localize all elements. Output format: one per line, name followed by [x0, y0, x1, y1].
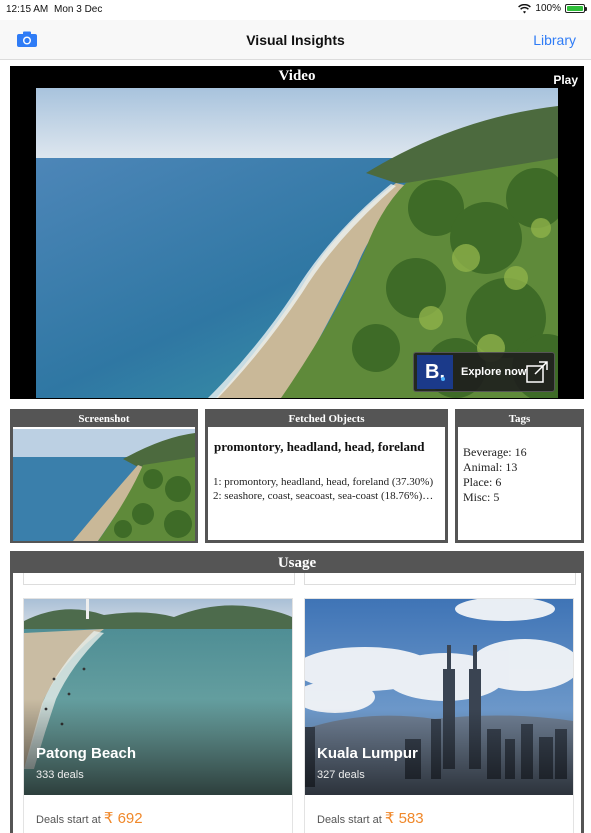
tag-item: Misc: 5	[463, 490, 500, 504]
explore-now-button[interactable]: B. Explore now	[413, 352, 555, 392]
wifi-icon	[518, 3, 532, 13]
screenshot-panel: Screenshot	[10, 409, 198, 543]
external-link-icon	[526, 361, 548, 383]
object-list: 1: promontory, headland, head, foreland …	[208, 455, 445, 503]
brand-letter: B.	[425, 360, 445, 383]
tags-title: Tags	[458, 412, 581, 427]
price-prefix: Deals start at	[36, 814, 101, 826]
tag-list: Beverage: 16 Animal: 13 Place: 6 Misc: 5	[458, 427, 581, 505]
deal-card-kuala-lumpur[interactable]: Kuala Lumpur 327 deals Deals start at ₹ …	[304, 598, 574, 833]
deal-card-count: 327 deals	[317, 769, 365, 781]
fetched-objects-title: Fetched Objects	[208, 412, 445, 427]
patong-beach-image	[24, 599, 292, 795]
battery-percent: 100%	[535, 3, 561, 14]
tag-item: Beverage: 16	[463, 445, 527, 459]
object-item: 2: seashore, coast, seacoast, sea-coast …	[213, 490, 434, 502]
battery-icon	[565, 4, 587, 13]
beach-thumbnail	[13, 429, 195, 541]
status-right: 100%	[518, 3, 587, 14]
kuala-lumpur-image	[305, 599, 573, 795]
deal-card-count: 333 deals	[36, 769, 84, 781]
previous-card-stub	[23, 573, 295, 585]
page-title: Visual Insights	[246, 32, 345, 48]
status-date: Mon 3 Dec	[54, 4, 103, 15]
price-amount: ₹ 692	[103, 810, 143, 827]
deal-card-title: Kuala Lumpur	[317, 745, 418, 762]
tags-panel: Tags Beverage: 16 Animal: 13 Place: 6 Mi…	[455, 409, 584, 543]
play-button[interactable]: Play	[553, 73, 578, 87]
tag-item: Animal: 13	[463, 460, 518, 474]
usage-title: Usage	[13, 554, 581, 573]
navigation-bar: Visual Insights Library	[0, 20, 591, 60]
previous-card-stub	[304, 573, 576, 585]
status-time: 12:15 AM	[6, 4, 49, 15]
fetched-objects-panel: Fetched Objects promontory, headland, he…	[205, 409, 448, 543]
usage-panel: Usage Patong Beach 333 deals Deals start…	[10, 551, 584, 833]
video-title: Video	[278, 68, 316, 84]
booking-logo: B.	[417, 355, 453, 389]
status-bar: 12:15 AM Mon 3 Dec 100%	[0, 0, 591, 20]
price-amount: ₹ 583	[384, 810, 424, 827]
screenshot-thumbnail[interactable]	[13, 429, 195, 541]
primary-object: promontory, headland, head, foreland	[214, 439, 425, 454]
price-prefix: Deals start at	[317, 814, 382, 826]
screenshot-title: Screenshot	[13, 412, 195, 427]
deal-card-price: Deals start at ₹ 692	[36, 809, 143, 827]
deal-card-patong-beach[interactable]: Patong Beach 333 deals Deals start at ₹ …	[23, 598, 293, 833]
deal-card-title: Patong Beach	[36, 745, 137, 762]
explore-now-label: Explore now	[461, 366, 527, 378]
object-item: 1: promontory, headland, head, foreland …	[213, 476, 434, 488]
library-button[interactable]: Library	[533, 32, 576, 48]
tag-item: Place: 6	[463, 475, 502, 489]
video-player[interactable]: B. Explore now	[36, 88, 558, 398]
deal-card-price: Deals start at ₹ 583	[317, 809, 424, 827]
video-panel: Video Play B. Explore now	[10, 66, 584, 399]
